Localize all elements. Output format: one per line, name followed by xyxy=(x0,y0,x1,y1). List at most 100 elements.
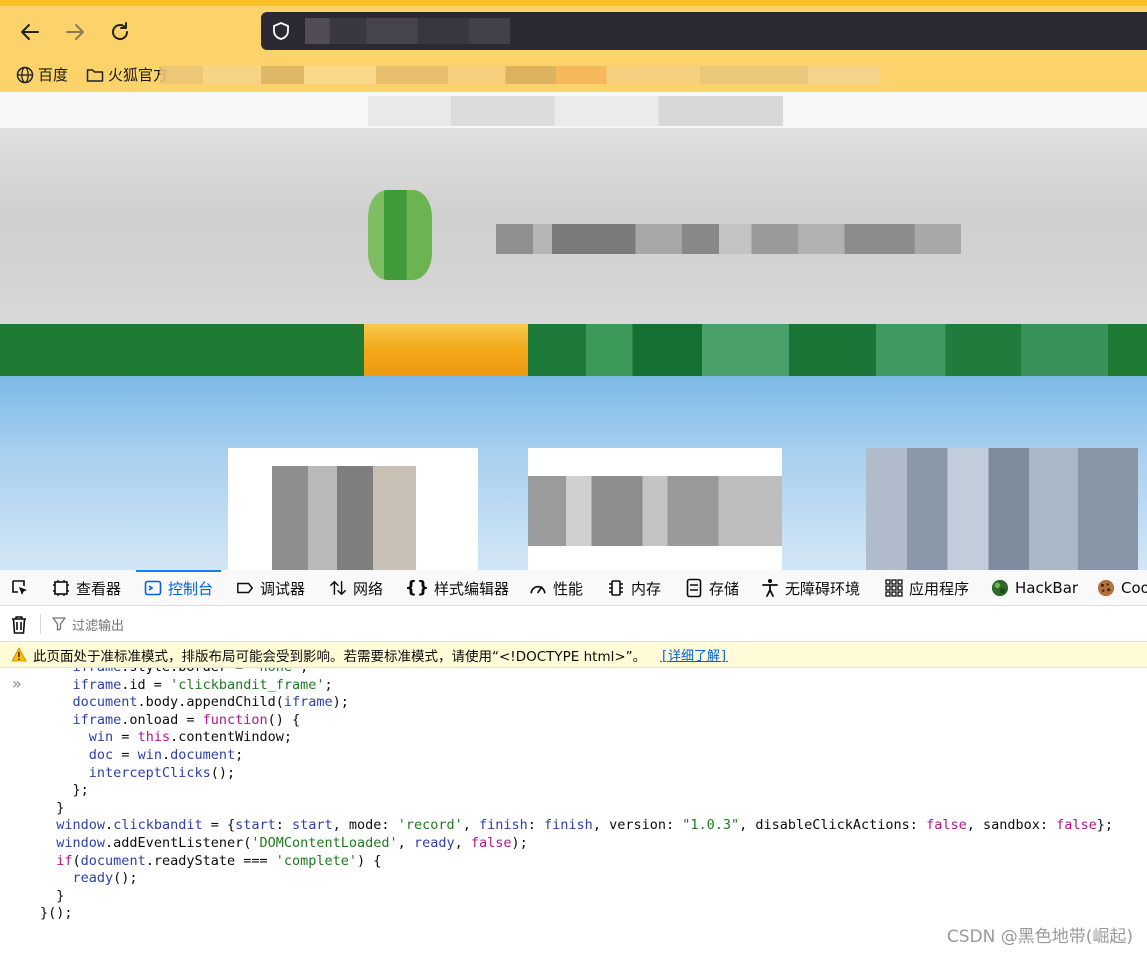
memory-icon xyxy=(609,580,623,596)
toolbar-divider xyxy=(40,614,41,634)
debugger-icon xyxy=(237,582,253,594)
filter-icon xyxy=(52,617,66,631)
folder-icon xyxy=(86,68,104,82)
tab-label: 网络 xyxy=(353,579,384,598)
code-line: ready(); xyxy=(72,870,138,887)
code-line: window.clickbandit = {start: start, mode… xyxy=(56,817,1114,834)
site-nav-bar xyxy=(0,324,1147,376)
content-card-redacted xyxy=(866,448,1138,570)
tab-label: 内存 xyxy=(631,579,662,598)
tab-label: 调试器 xyxy=(260,579,306,598)
watermark: CSDN @黑色地带(崛起) xyxy=(946,927,1133,947)
trash-icon xyxy=(12,616,26,634)
content-card-redacted xyxy=(228,448,478,570)
console-code: iframe.style.border = 'none'; iframe.id … xyxy=(0,668,1113,923)
tab-label: 样式编辑器 xyxy=(434,579,510,598)
tab-accessibility[interactable]: 无障碍环境 xyxy=(761,570,860,606)
tab-label: 应用程序 xyxy=(909,579,970,598)
nav-items-redacted xyxy=(528,324,1108,376)
tab-storage[interactable]: 存储 xyxy=(685,570,739,606)
tab-label: 查看器 xyxy=(76,579,122,598)
web-page-redacted xyxy=(0,92,1147,570)
back-button[interactable] xyxy=(16,18,44,46)
quirks-mode-warning: 此页面处于准标准模式，排版布局可能会受到影响。若需要标准模式，请使用“<!DOC… xyxy=(0,642,1147,668)
cookie-icon xyxy=(1097,579,1115,597)
performance-icon xyxy=(530,585,546,594)
site-title-redacted xyxy=(496,224,961,254)
storage-icon xyxy=(686,578,702,598)
code-line: } xyxy=(40,887,65,904)
learn-more-link[interactable]: [详细了解] xyxy=(660,645,728,664)
style-editor-icon: {} xyxy=(404,578,430,598)
warning-text: 此页面处于准标准模式，排版布局可能会受到影响。若需要标准模式，请使用“<!DOC… xyxy=(33,648,647,665)
console-output[interactable]: » iframe.style.border = 'none'; iframe.i… xyxy=(0,668,1147,955)
code-line: } xyxy=(40,799,65,816)
globe-icon xyxy=(16,66,34,83)
code-line: win = this.contentWindow; xyxy=(88,729,292,746)
code-line: iframe.id = 'clickbandit_frame'; xyxy=(72,676,333,693)
code-line: interceptClicks(); xyxy=(88,764,236,781)
reload-button[interactable] xyxy=(106,18,134,46)
element-picker-button[interactable] xyxy=(10,570,30,606)
devtools-panel: 查看器 控制台 调试器 网络 {} 样式编辑器 性能 内存 存储 无障碍环境 应… xyxy=(0,570,1147,955)
redacted-block xyxy=(368,96,783,126)
code-line: doc = win.document; xyxy=(88,746,244,763)
console-toolbar: 过滤输出 xyxy=(0,606,1147,642)
bookmark-label: 火狐官方 xyxy=(108,66,169,84)
back-arrow-icon xyxy=(21,24,39,40)
tab-label: 存储 xyxy=(709,579,740,598)
shield-icon xyxy=(273,22,289,40)
filter-placeholder: 过滤输出 xyxy=(72,618,125,634)
page-banner xyxy=(0,128,1147,324)
tab-network[interactable]: 网络 xyxy=(329,570,383,606)
code-line: if(document.readyState === 'complete') { xyxy=(56,852,382,869)
accessibility-icon xyxy=(762,579,778,597)
tab-label: 控制台 xyxy=(168,579,214,598)
tab-label: 性能 xyxy=(553,579,584,598)
bookmark-label: 百度 xyxy=(38,66,69,84)
inspector-icon xyxy=(53,580,69,596)
tab-performance[interactable]: 性能 xyxy=(529,570,583,606)
url-text-redacted xyxy=(305,18,510,44)
bookmark-baidu[interactable]: 百度 xyxy=(16,64,68,85)
bookmarks-bar: 百度 火狐官方 xyxy=(0,60,1147,90)
filter-output-input[interactable]: 过滤输出 xyxy=(52,606,452,642)
forward-arrow-icon xyxy=(66,24,84,40)
tab-console[interactable]: 控制台 xyxy=(135,570,222,606)
tab-debugger[interactable]: 调试器 xyxy=(236,570,305,606)
tab-application[interactable]: 应用程序 xyxy=(885,570,969,606)
bookmarks-redacted xyxy=(160,66,880,84)
tab-hackbar[interactable]: HackBar xyxy=(991,570,1078,606)
site-logo-redacted xyxy=(368,190,432,280)
tab-label: Coo xyxy=(1121,579,1147,597)
element-picker-icon xyxy=(12,580,27,595)
console-icon xyxy=(144,580,162,596)
application-icon xyxy=(885,579,903,597)
tab-style-editor[interactable]: {} 样式编辑器 xyxy=(404,570,510,606)
content-card-redacted xyxy=(528,448,782,570)
code-line: window.addEventListener('DOMContentLoade… xyxy=(56,834,528,851)
url-bar[interactable] xyxy=(261,12,1147,50)
tab-label: HackBar xyxy=(1015,579,1079,597)
reload-icon xyxy=(112,22,128,40)
code-line: iframe.onload = function() { xyxy=(72,711,301,728)
tab-strip-edge xyxy=(0,0,1147,6)
forward-button[interactable] xyxy=(61,18,89,46)
tab-memory[interactable]: 内存 xyxy=(607,570,661,606)
tab-cookie-editor[interactable]: Coo xyxy=(1097,570,1147,606)
network-icon xyxy=(330,580,346,596)
code-line: document.body.appendChild(iframe); xyxy=(72,694,349,711)
tab-label: 无障碍环境 xyxy=(785,579,861,598)
code-line: iframe.style.border = 'none'; xyxy=(0,668,1113,677)
browser-toolbar: 百度 火狐官方 xyxy=(0,0,1147,92)
devtools-tab-bar: 查看器 控制台 调试器 网络 {} 样式编辑器 性能 内存 存储 无障碍环境 应… xyxy=(0,570,1147,606)
bookmark-firefox-official[interactable]: 火狐官方 xyxy=(86,64,168,85)
nav-item-active-redacted[interactable] xyxy=(364,324,528,376)
clear-console-button[interactable] xyxy=(10,615,28,639)
hackbar-icon xyxy=(991,579,1009,597)
warning-icon xyxy=(11,647,27,662)
page-header-strip xyxy=(0,92,1147,128)
code-line: }(); xyxy=(40,905,73,922)
code-line: }; xyxy=(40,782,89,799)
tab-inspector[interactable]: 查看器 xyxy=(52,570,121,606)
